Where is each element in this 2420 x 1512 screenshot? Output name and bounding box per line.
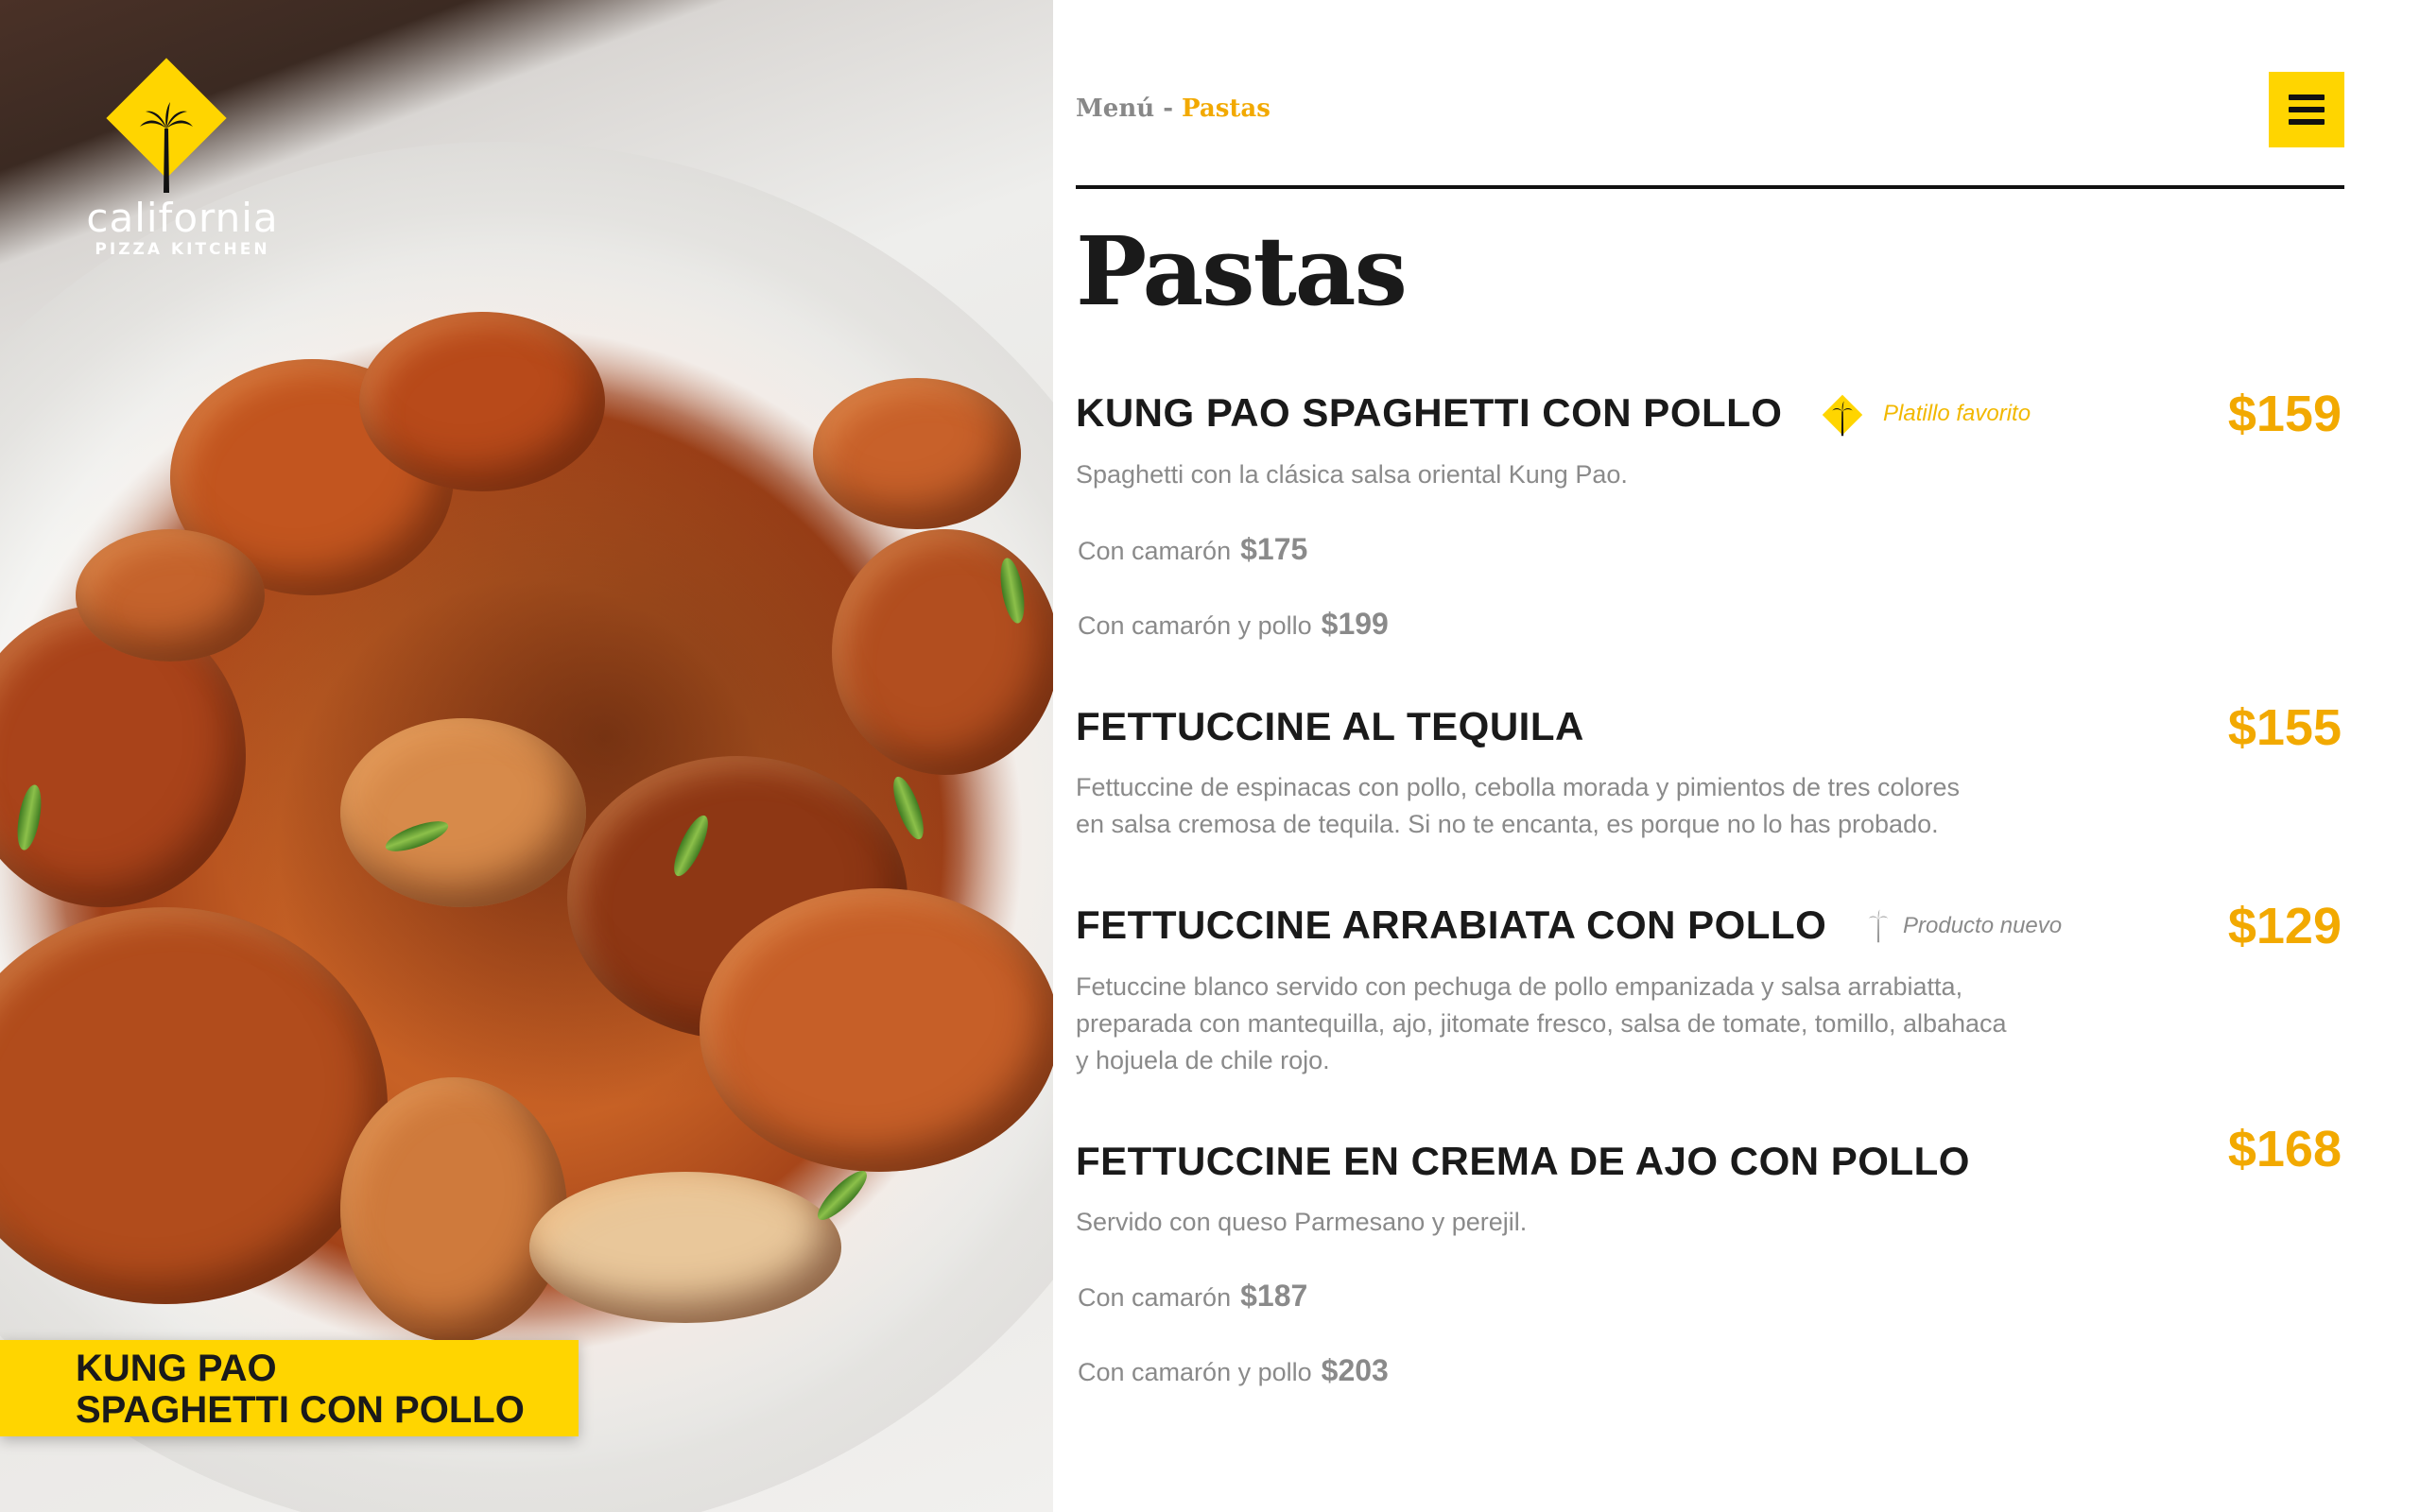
variant-label: Con camarón y pollo (1078, 1358, 1312, 1386)
variant-price: $199 (1321, 607, 1389, 641)
variant-label: Con camarón y pollo (1078, 611, 1312, 640)
item-description: Spaghetti con la clásica salsa oriental … (1076, 460, 1628, 489)
brand-name: california (86, 195, 279, 241)
variant-price: $175 (1240, 532, 1308, 566)
dish-caption: KUNG PAO SPAGHETTI CON POLLO (0, 1340, 579, 1436)
item-name: FETTUCCINE EN CREMA DE AJO CON POLLO (1076, 1139, 1970, 1183)
variant-option: Con camarón y pollo $199 (1078, 607, 1389, 642)
breadcrumb-root-link[interactable]: Menú (1076, 94, 1154, 123)
item-name: FETTUCCINE AL TEQUILA (1076, 704, 1584, 748)
food-piece (340, 718, 586, 907)
variant-option: Con camarón y pollo $203 (1078, 1353, 1389, 1388)
favorite-tag: Platillo favorito (1883, 401, 2031, 426)
item-price: $129 (2227, 898, 2342, 954)
variant-price: $203 (1321, 1353, 1389, 1387)
brand-logo[interactable]: california PIZZA KITCHEN (74, 58, 291, 268)
caption-line-2: SPAGHETTI CON POLLO (76, 1389, 525, 1431)
breadcrumb: Menú - Pastas (1076, 94, 1270, 123)
page-title: Pastas (1076, 215, 1408, 327)
item-description: preparada con mantequilla, ajo, jitomate… (1076, 1009, 2007, 1038)
item-description: Fetuccine blanco servido con pechuga de … (1076, 972, 1963, 1001)
item-description: Servido con queso Parmesano y perejil. (1076, 1208, 1528, 1236)
caption-line-1: KUNG PAO (76, 1348, 277, 1389)
item-price: $168 (2227, 1121, 2342, 1177)
item-price: $155 (2227, 699, 2342, 756)
food-piece (76, 529, 265, 662)
header-divider (1076, 185, 2344, 189)
variant-option: Con camarón $175 (1078, 532, 1307, 567)
hero-photo: california PIZZA KITCHEN KUNG PAO SPAGHE… (0, 0, 1053, 1512)
food-piece (813, 378, 1021, 529)
item-description: Fettuccine de espinacas con pollo, cebol… (1076, 773, 1961, 801)
item-description: y hojuela de chile rojo. (1076, 1046, 1330, 1074)
variant-label: Con camarón (1078, 1283, 1232, 1312)
item-description: en salsa cremosa de tequila. Si no te en… (1076, 810, 1939, 838)
food-piece (340, 1077, 567, 1342)
palm-tree-icon (140, 102, 193, 193)
item-name: FETTUCCINE ARRABIATA CON POLLO (1076, 902, 1827, 947)
variant-label: Con camarón (1078, 537, 1232, 565)
variant-price: $187 (1240, 1279, 1308, 1313)
menu-button[interactable] (2269, 72, 2344, 147)
breadcrumb-separator: - (1163, 94, 1183, 123)
variant-option: Con camarón $187 (1078, 1279, 1307, 1314)
breadcrumb-current: Pastas (1182, 94, 1270, 123)
new-product-tag: Producto nuevo (1903, 913, 2063, 938)
brand-subname: PIZZA KITCHEN (95, 240, 270, 259)
hamburger-icon (2289, 94, 2325, 125)
palm-tree-icon (1868, 909, 1889, 943)
item-name: KUNG PAO SPAGHETTI CON POLLO (1076, 390, 1783, 435)
item-price: $159 (2227, 386, 2342, 442)
food-piece (359, 312, 605, 491)
food-piece (832, 529, 1053, 775)
food-piece (700, 888, 1053, 1172)
food-piece (529, 1172, 841, 1323)
palm-tree-icon (1832, 401, 1853, 437)
